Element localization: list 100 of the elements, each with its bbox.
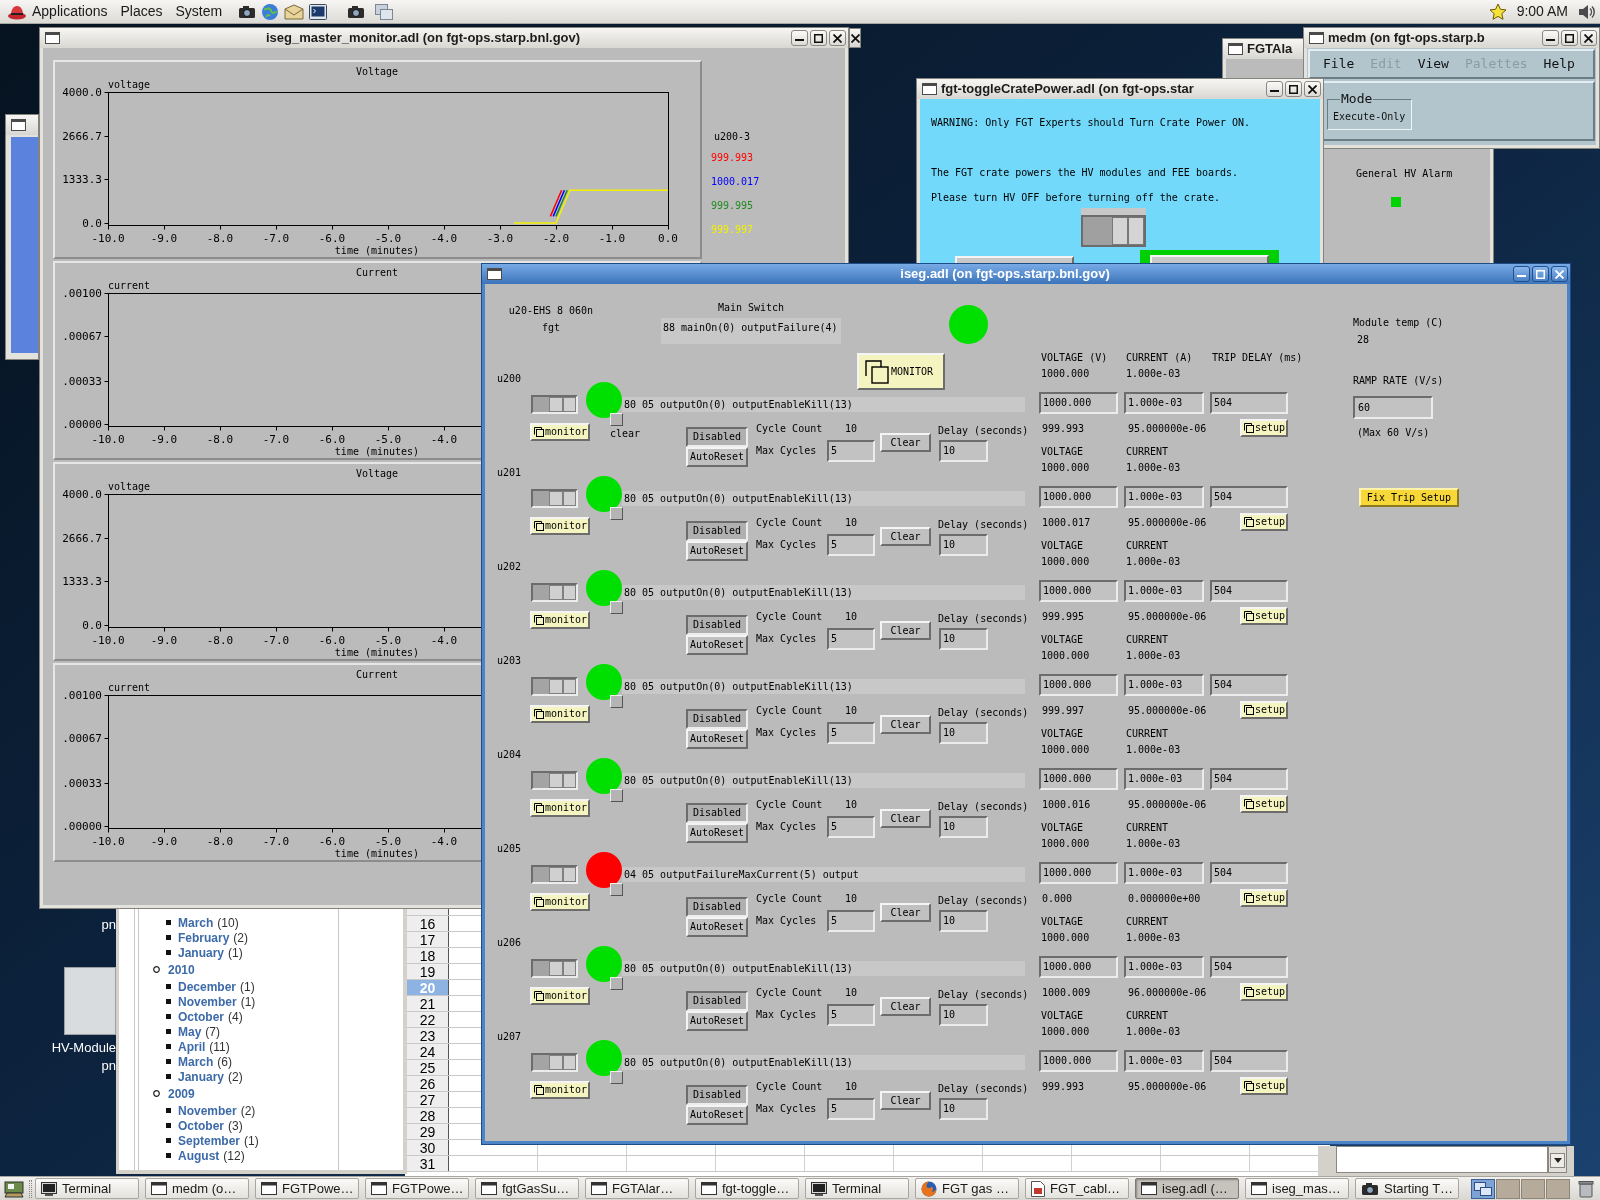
menu-button[interactable]: Places: [120, 1, 163, 22]
monitor-button[interactable]: monitor: [530, 705, 590, 723]
input-field[interactable]: 1.000e-03: [1124, 768, 1204, 790]
setup-button[interactable]: setup: [1240, 419, 1288, 437]
row-header[interactable]: 23: [405, 1028, 449, 1043]
mode-option-button[interactable]: Disabled: [686, 803, 748, 823]
toggle-switch[interactable]: [531, 677, 578, 696]
title-bar[interactable]: [849, 28, 861, 48]
close-button[interactable]: [1304, 81, 1321, 97]
clear-button[interactable]: Clear: [880, 997, 931, 1016]
clear-button[interactable]: Clear: [880, 433, 931, 452]
input-field[interactable]: 10: [939, 1004, 988, 1026]
window-icon[interactable]: [45, 32, 60, 44]
taskbar-button[interactable]: iseg_mas…: [1245, 1178, 1349, 1199]
icon-label[interactable]: pn: [101, 1057, 116, 1075]
input-field[interactable]: 10: [939, 628, 988, 650]
workspace-tile[interactable]: [1471, 1178, 1495, 1199]
trash-icon[interactable]: [1578, 1179, 1594, 1198]
minimize-button[interactable]: [791, 30, 808, 46]
mode-option-button[interactable]: AutoReset: [686, 635, 748, 655]
archive-link[interactable]: 2010: [168, 960, 195, 979]
thumbnail-image[interactable]: [64, 967, 116, 1035]
monitor-button[interactable]: monitor: [530, 893, 590, 911]
setup-button[interactable]: setup: [1240, 983, 1288, 1001]
monitor-button[interactable]: monitor: [530, 799, 590, 817]
input-field[interactable]: 10: [939, 910, 988, 932]
mode-option-button[interactable]: Disabled: [686, 709, 748, 729]
input-field[interactable]: 5: [827, 534, 875, 556]
square-button[interactable]: [610, 601, 623, 614]
mode-option-button[interactable]: Disabled: [686, 521, 748, 541]
input-field[interactable]: 60: [1353, 396, 1433, 419]
terminal-icon[interactable]: [309, 3, 328, 20]
square-button[interactable]: [610, 507, 623, 520]
mode-option-button[interactable]: Disabled: [686, 427, 748, 447]
toggle-switch[interactable]: [531, 395, 578, 414]
minimize-button[interactable]: [1266, 81, 1283, 97]
menu-item[interactable]: File: [1323, 56, 1355, 72]
input-field[interactable]: 1000.000: [1039, 486, 1118, 508]
input-field[interactable]: 10: [939, 816, 988, 838]
input-field[interactable]: 1000.000: [1039, 862, 1118, 884]
input-field[interactable]: 504: [1210, 580, 1288, 602]
maximize-button[interactable]: [1532, 266, 1549, 282]
row-header[interactable]: 31: [405, 1156, 449, 1171]
mode-option-button[interactable]: Disabled: [686, 615, 748, 635]
minimize-button[interactable]: [1542, 30, 1559, 46]
workspace-tile[interactable]: [1521, 1178, 1545, 1199]
taskbar-button[interactable]: Starting T…: [1355, 1178, 1459, 1199]
windows-icon[interactable]: [375, 3, 394, 20]
title-bar[interactable]: iseg_master_monitor.adl (on fgt-ops.starp.bnl.gov): [40, 28, 848, 48]
mode-option-button[interactable]: AutoReset: [686, 1011, 748, 1031]
taskbar-button[interactable]: FGT_cabl…: [1025, 1178, 1129, 1199]
input-field[interactable]: 504: [1210, 768, 1288, 790]
input-field[interactable]: 504: [1210, 674, 1288, 696]
input-field[interactable]: 5: [827, 1098, 875, 1120]
row-header[interactable]: 27: [405, 1092, 449, 1107]
input-field[interactable]: 1000.000: [1039, 1050, 1118, 1072]
input-field[interactable]: 1000.000: [1039, 956, 1118, 978]
row-header[interactable]: 18: [405, 948, 449, 963]
clear-button[interactable]: Clear: [880, 621, 931, 640]
mode-option-button[interactable]: AutoReset: [686, 823, 748, 843]
input-field[interactable]: 504: [1210, 956, 1288, 978]
workspace-tile[interactable]: [1496, 1178, 1520, 1199]
fix-trip-setup-button[interactable]: Fix Trip Setup: [1359, 488, 1459, 507]
monitor-button[interactable]: monitor: [530, 611, 590, 629]
input-field[interactable]: 504: [1210, 1050, 1288, 1072]
speaker-icon[interactable]: [1578, 3, 1596, 20]
toggle-switch[interactable]: [531, 771, 578, 790]
input-field[interactable]: 5: [827, 440, 875, 462]
window-icon[interactable]: [11, 119, 26, 131]
square-button[interactable]: [610, 1071, 623, 1084]
taskbar-button[interactable]: medm (o…: [145, 1178, 249, 1199]
taskbar-button[interactable]: FGTPowe…: [365, 1178, 469, 1199]
toggle-switch[interactable]: [531, 1053, 578, 1072]
scroll-down-button[interactable]: [1550, 1153, 1565, 1168]
title-bar[interactable]: [6, 115, 38, 135]
title-bar[interactable]: medm (on fgt-ops.starp.b: [1304, 28, 1599, 48]
row-header[interactable]: 17: [405, 932, 449, 947]
toggle-switch[interactable]: [531, 959, 578, 978]
icon-label[interactable]: pn: [101, 916, 116, 934]
taskbar-button[interactable]: FGTAlar…: [585, 1178, 689, 1199]
workspace-tile[interactable]: [1546, 1178, 1570, 1199]
menu-button[interactable]: System: [175, 1, 223, 22]
monitor-button[interactable]: MONITOR: [857, 353, 945, 390]
desk-icon[interactable]: [4, 1179, 24, 1198]
monitor-button[interactable]: monitor: [530, 423, 590, 441]
input-field[interactable]: 1000.000: [1039, 580, 1118, 602]
toggle-switch[interactable]: [531, 865, 578, 884]
monitor-button[interactable]: monitor: [530, 517, 590, 535]
title-bar[interactable]: fgt-toggleCratePower.adl (on fgt-ops.star: [917, 79, 1323, 99]
input-field[interactable]: 1.000e-03: [1124, 674, 1204, 696]
mode-option-button[interactable]: Disabled: [686, 897, 748, 917]
row-header[interactable]: 21: [405, 996, 449, 1011]
mode-option-button[interactable]: Disabled: [686, 1085, 748, 1105]
window-icon[interactable]: [1228, 43, 1243, 55]
maximize-button[interactable]: [810, 30, 827, 46]
input-field[interactable]: 5: [827, 722, 875, 744]
close-button[interactable]: [829, 30, 846, 46]
monitor-button[interactable]: monitor: [530, 1081, 590, 1099]
row-header[interactable]: 29: [405, 1124, 449, 1139]
input-field[interactable]: 1000.000: [1039, 392, 1118, 414]
